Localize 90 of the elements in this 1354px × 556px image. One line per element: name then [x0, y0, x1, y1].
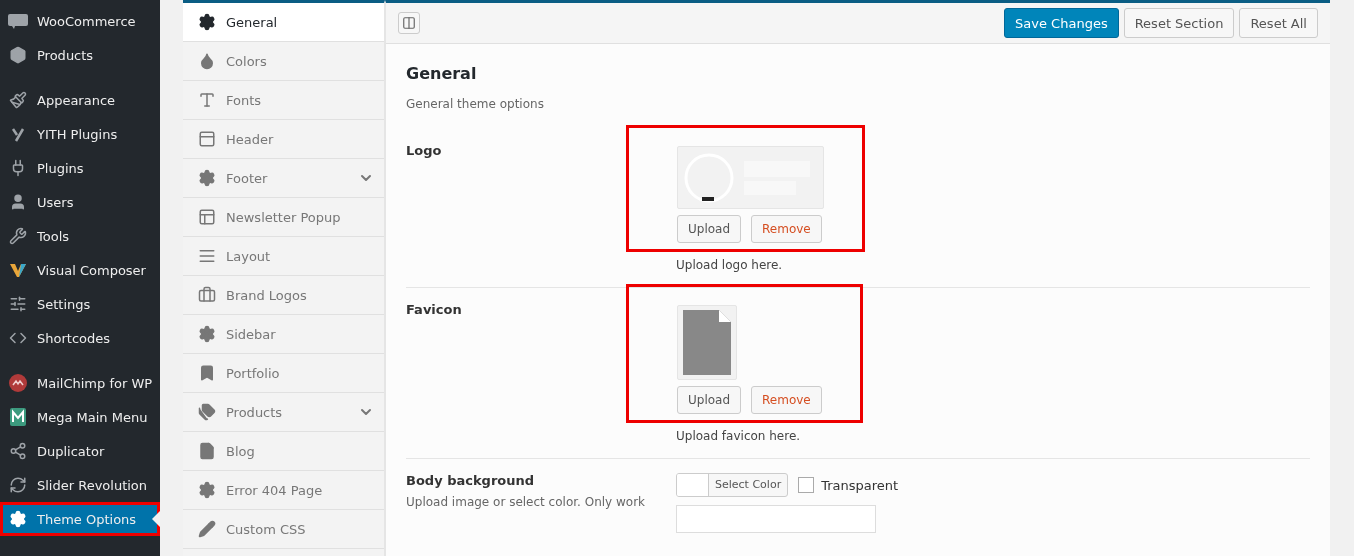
- columns-icon: [402, 16, 416, 30]
- section-label: Blog: [226, 443, 256, 459]
- droplet-icon: [198, 52, 216, 70]
- reset-button[interactable]: Reset All: [1239, 8, 1318, 38]
- brush-icon: [8, 90, 28, 110]
- save-button[interactable]: Save Changes: [1004, 8, 1119, 38]
- menu-label: Users: [37, 194, 74, 210]
- section-label: Sidebar: [226, 326, 277, 342]
- lines-icon: [198, 247, 216, 265]
- admin-menu-item[interactable]: Settings: [0, 287, 160, 321]
- option-description: Upload image or select color. Only work: [406, 495, 647, 509]
- refresh-icon: [8, 475, 28, 495]
- section-label: Fonts: [226, 92, 263, 108]
- section-tab[interactable]: General: [183, 3, 384, 42]
- admin-menu-item[interactable]: Duplicator: [0, 434, 160, 468]
- checkbox-label: Transparent: [821, 477, 899, 493]
- section-label: Layout: [226, 248, 272, 264]
- section-label: Portfolio: [226, 365, 281, 381]
- reset-button[interactable]: Reset Section: [1123, 8, 1235, 38]
- select-field[interactable]: [676, 505, 876, 533]
- menu-label: YITH Plugins: [37, 126, 118, 142]
- admin-menu-item[interactable]: Mega Main Menu: [0, 400, 160, 434]
- admin-menu-item[interactable]: Users: [0, 185, 160, 219]
- admin-menu-item[interactable]: MailChimp for WP: [0, 366, 160, 400]
- section-label: General: [226, 14, 279, 30]
- gear-icon: [198, 13, 216, 31]
- section-label: Header: [226, 131, 275, 147]
- share-icon: [8, 441, 28, 461]
- layout-toggle-button[interactable]: [398, 12, 420, 34]
- option-label: Favicon: [406, 302, 463, 317]
- menu-label: Appearance: [37, 92, 116, 108]
- m-logo-icon: [8, 407, 28, 427]
- menu-label: Settings: [37, 296, 91, 312]
- checkbox[interactable]: [798, 477, 815, 493]
- option-hint: Upload logo here.: [676, 258, 784, 272]
- header-layout-icon: [198, 130, 216, 148]
- admin-menu-item[interactable]: Visual Composer: [0, 253, 160, 287]
- menu-label: Duplicator: [37, 443, 105, 459]
- circle-logo-icon: [8, 373, 28, 393]
- section-label: Footer: [226, 170, 269, 186]
- pencil-icon: [198, 520, 216, 538]
- admin-menu-item[interactable]: Tools: [0, 219, 160, 253]
- woo-icon: [8, 11, 28, 31]
- menu-label: Slider Revolution: [37, 477, 148, 493]
- window-icon: [198, 208, 216, 226]
- option-label: Logo: [406, 143, 443, 158]
- section-description: General theme options: [406, 97, 545, 111]
- section-title: General: [406, 64, 478, 83]
- menu-label: Plugins: [37, 160, 84, 176]
- box-icon: [8, 45, 28, 65]
- section-label: Products: [226, 404, 284, 420]
- gear-icon: [8, 509, 28, 529]
- gear-icon: [198, 325, 216, 343]
- section-label: Error 404 Page: [226, 482, 324, 498]
- option-label: Body background: [406, 473, 536, 488]
- menu-label: Mega Main Menu: [37, 409, 148, 425]
- gear-icon: [198, 169, 216, 187]
- admin-menu-item[interactable]: Plugins: [0, 151, 160, 185]
- admin-menu-item[interactable]: Products: [0, 38, 160, 72]
- menu-label: Tools: [37, 228, 70, 244]
- admin-menu-item[interactable]: Appearance: [0, 83, 160, 117]
- admin-menu-item[interactable]: Theme Options: [0, 502, 160, 536]
- upload-button[interactable]: Upload: [677, 386, 742, 414]
- color-picker-button[interactable]: Select Color: [676, 473, 789, 497]
- remove-button[interactable]: Remove: [751, 386, 822, 414]
- briefcase-icon: [198, 286, 216, 304]
- sliders-icon: [8, 294, 28, 314]
- wrench-icon: [8, 226, 28, 246]
- admin-menu-item[interactable]: Slider Revolution: [0, 468, 160, 502]
- menu-label: MailChimp for WP: [37, 375, 153, 391]
- letter-icon: [198, 91, 216, 109]
- menu-label: Theme Options: [37, 511, 137, 527]
- upload-button[interactable]: Upload: [677, 215, 742, 243]
- admin-menu-item[interactable]: WooCommerce: [0, 4, 160, 38]
- admin-menu-item[interactable]: Shortcodes: [0, 321, 160, 355]
- menu-label: Products: [37, 47, 94, 63]
- section-label: Colors: [226, 53, 268, 69]
- admin-menu-item[interactable]: YITH Plugins: [0, 117, 160, 151]
- tags-icon: [198, 403, 216, 421]
- section-label: Brand Logos: [226, 287, 308, 303]
- section-label: Newsletter Popup: [226, 209, 342, 225]
- menu-label: Visual Composer: [37, 262, 146, 278]
- menu-label: Shortcodes: [37, 330, 110, 346]
- remove-button[interactable]: Remove: [751, 215, 822, 243]
- menu-label: WooCommerce: [37, 13, 136, 29]
- file-icon: [198, 442, 216, 460]
- gear-icon: [198, 481, 216, 499]
- bookmark-icon: [198, 364, 216, 382]
- option-hint: Upload favicon here.: [676, 429, 802, 443]
- section-label: Custom CSS: [226, 521, 307, 537]
